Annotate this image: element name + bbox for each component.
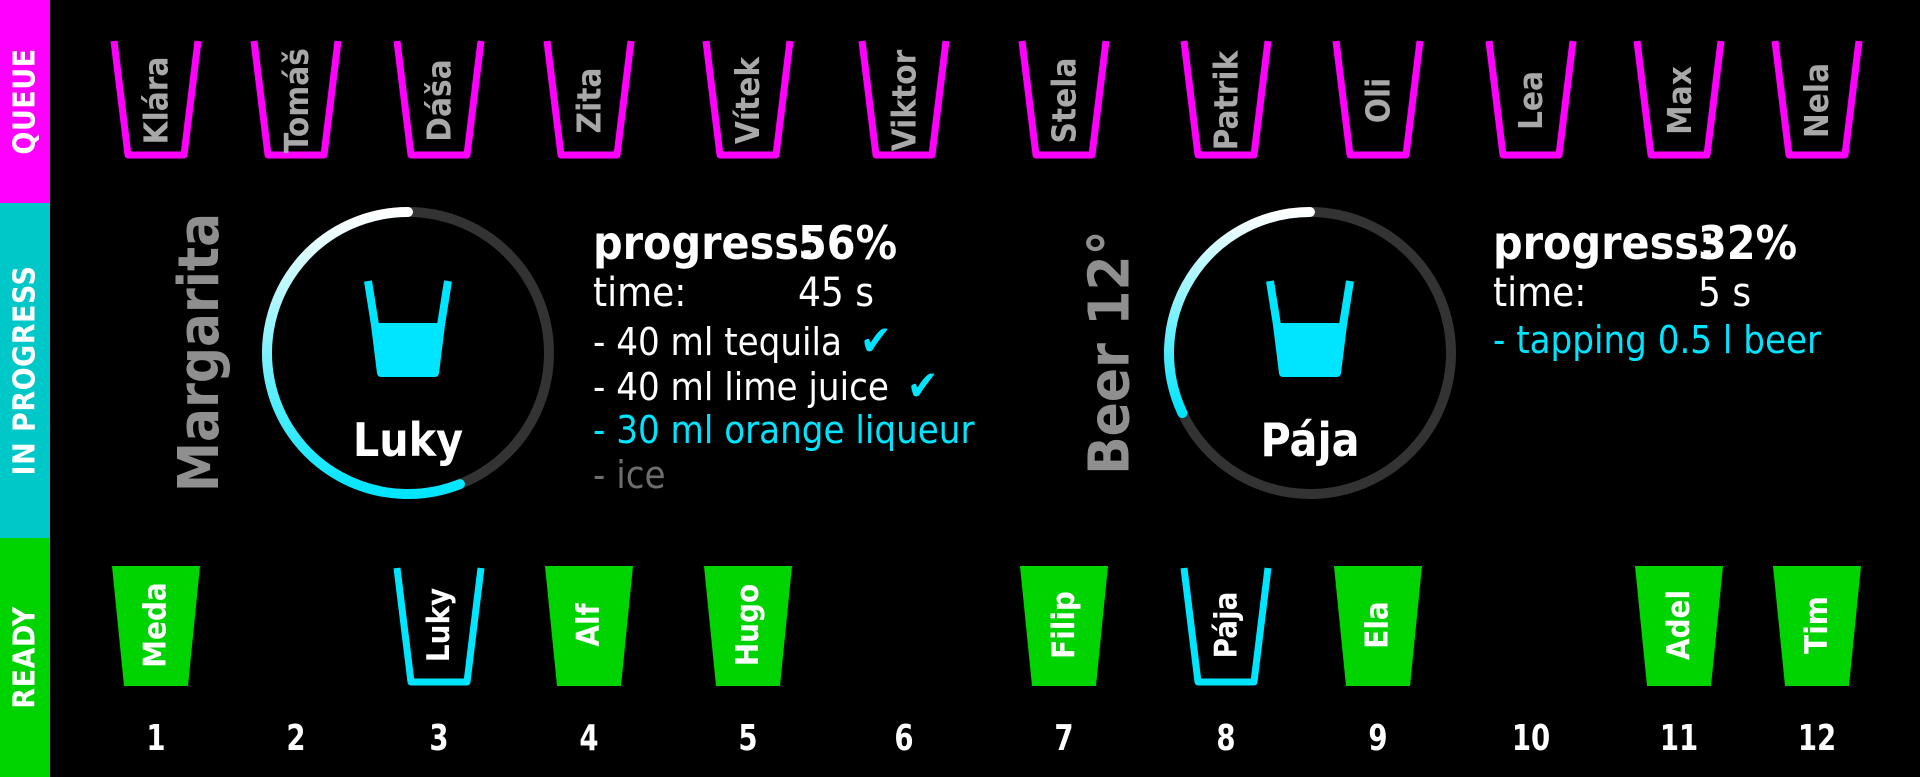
recipe-step: - 30 ml orange liqueur	[593, 408, 975, 452]
slot-number: 11	[1659, 718, 1699, 759]
ready-person-name: Tim	[1798, 596, 1835, 654]
recipe-info: progress:32% time: 5 s - tapping 0.5 l be…	[1493, 218, 1821, 363]
slot-number: 9	[1368, 718, 1388, 759]
recipe-step: - tapping 0.5 l beer	[1493, 318, 1822, 362]
slot-number: 4	[579, 718, 599, 759]
drink-name: Margarita	[167, 212, 233, 492]
time-label: time:	[593, 270, 687, 316]
check-icon: ✔	[906, 361, 939, 410]
progress-label: progress:	[593, 216, 816, 270]
queue-person-name: Viktor	[884, 49, 924, 151]
ready-person-name: Meda	[138, 582, 174, 668]
time-label: time:	[1493, 270, 1587, 316]
slot-number: 2	[286, 718, 306, 759]
recipe-step: - ice	[593, 453, 666, 497]
progress-label: progress:	[1493, 216, 1716, 270]
queue-person-name: Dáša	[419, 58, 459, 142]
queue-person-name: Tomáš	[276, 47, 316, 153]
queue-person-name: Oli	[1358, 77, 1398, 123]
progress-value: 56%	[798, 216, 898, 270]
queue-person-name: Lea	[1511, 70, 1551, 130]
queue-person-name: Zita	[569, 67, 609, 133]
queue-person-name: Stela	[1044, 57, 1084, 143]
ready-person-name: Luky	[420, 587, 457, 663]
recipe-step: - 40 ml tequila ✔	[593, 316, 892, 365]
ready-person-name: Filip	[1046, 591, 1082, 659]
ready-person-name: Ela	[1360, 601, 1396, 649]
progress-value: 32%	[1698, 216, 1798, 270]
in-progress-section-label: IN PROGRESS	[0, 203, 50, 538]
slot-number: 10	[1511, 718, 1551, 759]
recipe-step: - 40 ml lime juice ✔	[593, 361, 939, 410]
queue-section-label: QUEUE	[0, 0, 50, 203]
ready-person-name: Pája	[1207, 591, 1244, 659]
queue-person-name: Max	[1659, 65, 1699, 135]
person-name: Pája	[1260, 413, 1360, 467]
queue-person-name: Nela	[1797, 62, 1837, 138]
glass-icon	[1266, 280, 1354, 377]
slot-number: 12	[1797, 718, 1837, 759]
slot-number: 7	[1054, 718, 1074, 759]
glass-icon	[364, 280, 452, 377]
ready-section-label: READY	[0, 538, 50, 777]
slot-number: 8	[1216, 718, 1236, 759]
drink-name: Beer 12°	[1077, 229, 1143, 475]
ready-person-name: Alf	[570, 603, 607, 647]
slot-number: 3	[429, 718, 449, 759]
person-name: Luky	[352, 413, 464, 467]
slot-number: 5	[738, 718, 758, 759]
slot-number: 6	[894, 718, 914, 759]
ready-person-name: Adel	[1661, 589, 1697, 661]
slot-number: 1	[146, 718, 166, 759]
queue-person-name: Klára	[136, 56, 176, 144]
queue-person-name: Patrik	[1206, 50, 1246, 150]
recipe-info: progress:56% time: 45 s - 40 ml tequila ✔ -…	[593, 218, 975, 498]
check-icon: ✔	[859, 316, 892, 365]
ready-person-name: Hugo	[730, 583, 766, 667]
queue-person-name: Vítek	[728, 56, 768, 144]
time-value: 45 s	[798, 270, 874, 316]
time-value: 5 s	[1698, 270, 1752, 316]
